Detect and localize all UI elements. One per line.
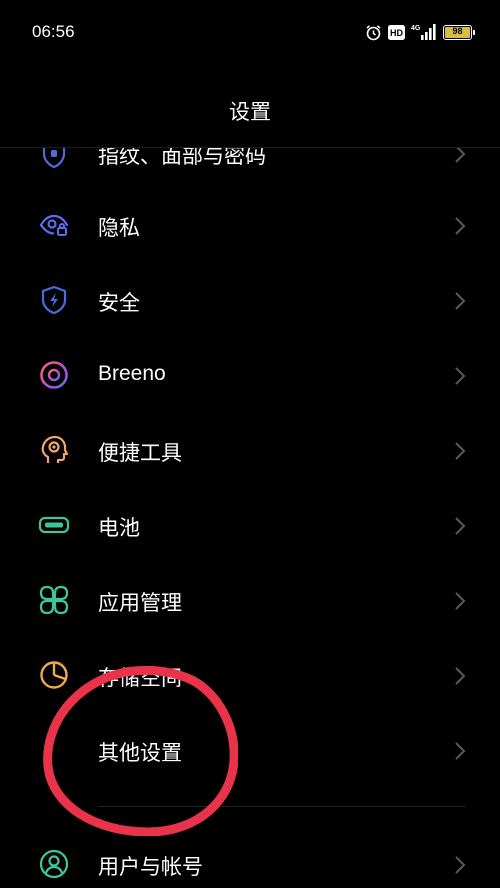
chevron-right-icon <box>455 517 466 535</box>
settings-item-label: 电池 <box>98 516 140 540</box>
chevron-right-icon <box>455 742 466 760</box>
chevron-right-icon <box>455 592 466 610</box>
chevron-right-icon <box>455 217 466 235</box>
settings-item-convenience-tools[interactable]: 便捷工具 <box>0 413 500 488</box>
settings-item-label: 其他设置 <box>98 741 182 765</box>
settings-item-security[interactable]: 安全 <box>0 263 500 338</box>
settings-item-users-accounts[interactable]: 用户与帐号 <box>0 827 500 888</box>
privacy-eye-icon <box>39 214 69 236</box>
convenience-tools-icon <box>41 435 69 463</box>
app-grid-icon <box>39 585 69 615</box>
battery-icon <box>38 516 70 534</box>
settings-item-battery[interactable]: 电池 <box>0 488 500 563</box>
chevron-right-icon <box>455 292 466 310</box>
settings-item-other-settings[interactable]: 其他设置 <box>0 713 500 788</box>
section-divider <box>98 806 466 807</box>
settings-item-label: 隐私 <box>98 216 140 240</box>
settings-item-label: 便捷工具 <box>98 441 182 465</box>
settings-item-label: 安全 <box>98 291 140 315</box>
storage-pie-icon <box>40 661 68 689</box>
user-account-icon <box>39 849 69 879</box>
chevron-right-icon <box>455 442 466 460</box>
settings-item-label: 应用管理 <box>98 591 182 615</box>
settings-item-label: 存储空间 <box>98 666 182 690</box>
chevron-right-icon <box>455 856 466 874</box>
settings-item-label: 用户与帐号 <box>98 855 203 879</box>
settings-item-privacy[interactable]: 隐私 <box>0 188 500 263</box>
header: 设置 <box>0 62 500 148</box>
chevron-right-icon <box>455 367 466 385</box>
chevron-right-icon <box>455 667 466 685</box>
settings-item-storage[interactable]: 存储空间 <box>0 638 500 713</box>
page-title: 设置 <box>229 100 271 124</box>
settings-item-label: Breeno <box>98 362 166 385</box>
breeno-icon <box>40 361 68 389</box>
shield-icon <box>41 285 67 315</box>
settings-item-breeno[interactable]: Breeno <box>0 338 500 413</box>
settings-item-app-management[interactable]: 应用管理 <box>0 563 500 638</box>
